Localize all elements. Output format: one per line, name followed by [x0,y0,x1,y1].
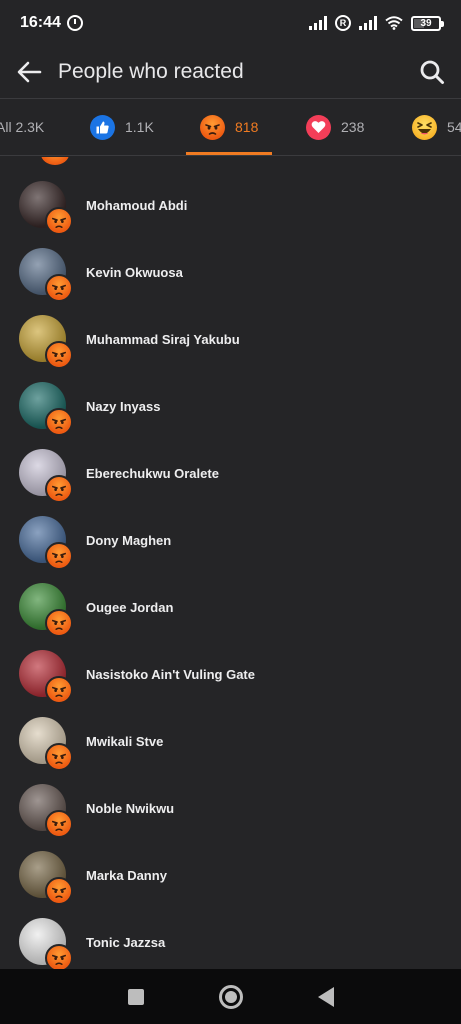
avatar-container [19,850,73,905]
angry-icon [51,485,67,496]
list-item[interactable]: Tonic Jazzsa [0,909,461,969]
status-time: 16:44 [20,14,61,31]
tab-angry-count: 818 [235,119,259,135]
reactors-list: Mohamoud Abdi Kevin Okwuosa Muhammad Sir… [0,157,461,969]
angry-icon [51,619,67,630]
back-nav-button[interactable] [317,986,334,1007]
search-icon [420,60,444,84]
list-item[interactable]: Marka Danny [0,842,461,909]
avatar-container [19,180,73,235]
angry-icon [51,686,67,697]
status-bar: 16:44 R 39 [0,0,461,46]
angry-reaction-badge [45,742,73,771]
angry-icon [51,351,67,362]
list-item[interactable]: Mohamoud Abdi [0,172,461,239]
list-item[interactable]: Kevin Okwuosa [0,239,461,306]
avatar-container [19,716,73,771]
user-name: Eberechukwu Oralete [86,466,219,481]
tab-all[interactable]: All 2.3K [0,99,44,155]
tab-haha[interactable]: 54 [412,99,461,155]
search-button[interactable] [417,57,447,87]
avatar-container [19,649,73,704]
haha-icon [412,114,437,140]
angry-reaction-badge [45,943,73,969]
angry-reaction-badge [45,340,73,369]
like-icon [90,114,115,140]
list-item[interactable]: Nasistoko Ain't Vuling Gate [0,641,461,708]
tab-all-label: All 2.3K [0,119,45,135]
user-name: Kevin Okwuosa [86,265,183,280]
angry-icon [51,753,67,764]
system-nav-bar [0,969,461,1024]
angry-reaction-badge [45,608,73,637]
circle-home-icon [224,990,237,1003]
recents-button[interactable] [127,988,144,1005]
tab-haha-count: 54 [447,119,461,135]
avatar-container [19,917,73,969]
angry-reaction-badge [45,407,73,436]
avatar-container [19,448,73,503]
tab-like[interactable]: 1.1K [90,99,154,155]
list-item[interactable]: Nazy Inyass [0,373,461,440]
avatar-container [19,314,73,369]
user-name: Nasistoko Ain't Vuling Gate [86,667,255,682]
list-item[interactable]: Noble Nwikwu [0,775,461,842]
scrolled-reaction-badge [41,157,69,165]
alarm-icon [66,15,83,31]
user-name: Noble Nwikwu [86,801,175,816]
angry-icon [51,954,67,965]
angry-reaction-badge [45,876,73,905]
reaction-tabs: All 2.3K 1.1K 818 238 5 [0,99,461,156]
heart-icon [306,114,331,140]
avatar-container [19,515,73,570]
list-item[interactable]: Mwikali Stve [0,708,461,775]
user-name: Muhammad Siraj Yakubu [86,332,240,347]
user-name: Mwikali Stve [86,734,164,749]
registered-icon: R [335,15,351,31]
avatar-container [19,582,73,637]
page-title: People who reacted [58,60,244,83]
app-header: People who reacted [0,46,461,98]
arrow-left-icon [17,61,42,83]
user-name: Nazy Inyass [86,399,161,414]
wifi-icon [385,16,403,30]
angry-reaction-badge [45,809,73,838]
list-item[interactable]: Eberechukwu Oralete [0,440,461,507]
signal-icon [309,16,327,30]
angry-icon [51,820,67,831]
tab-love-count: 238 [341,119,365,135]
angry-reaction-badge [45,675,73,704]
angry-icon [51,217,67,228]
angry-icon [51,552,67,563]
home-button[interactable] [218,984,243,1009]
angry-reaction-badge [45,206,73,235]
angry-icon [51,284,67,295]
list-item[interactable]: Dony Maghen [0,507,461,574]
angry-reaction-badge [45,474,73,503]
angry-reaction-badge [45,541,73,570]
angry-reaction-badge [45,273,73,302]
list-item[interactable]: Ougee Jordan [0,574,461,641]
angry-icon [51,887,67,898]
user-name: Tonic Jazzsa [86,935,166,950]
battery-icon: 39 [411,15,444,31]
tab-angry[interactable]: 818 [186,99,272,155]
user-name: Mohamoud Abdi [86,198,188,213]
tab-like-count: 1.1K [125,119,154,135]
list-item[interactable]: Muhammad Siraj Yakubu [0,306,461,373]
user-name: Dony Maghen [86,533,172,548]
angry-icon [200,114,225,140]
avatar-container [19,381,73,436]
user-name: Marka Danny [86,868,167,883]
avatar-container [19,247,73,302]
back-button[interactable] [14,57,44,87]
tab-love[interactable]: 238 [306,99,364,155]
battery-level: 39 [420,17,432,29]
status-icons: R 39 [309,15,444,31]
angry-icon [51,418,67,429]
avatar-container [19,783,73,838]
signal-icon-2 [359,16,377,30]
user-name: Ougee Jordan [86,600,174,615]
